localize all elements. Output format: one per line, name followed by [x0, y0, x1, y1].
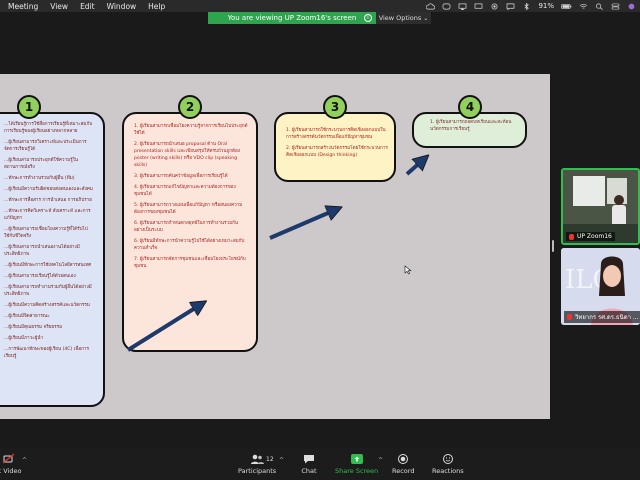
learning-card-2: 1. ผู้เรียนสามารถเชื่อมโยงความรู้จากการเ…	[122, 112, 258, 352]
step-badge-1: 1	[17, 95, 41, 119]
participant-name-tag: วิทยากร รศ.ดร.ธนิดา ...	[564, 311, 640, 323]
shared-screen-content: ...ได้เรียนรู้การใช้สื่อการเรียนรู้ที่เห…	[0, 74, 550, 419]
card4-line: 1. ผู้เรียนสามารถถอดบทเรียนและสะท้อนนวัต…	[430, 120, 512, 132]
view-options-label: View Options	[378, 14, 422, 22]
viewing-screen-banner: You are viewing UP Zoom16's screen i	[208, 12, 376, 24]
view-options-button[interactable]: View Options ⌄	[376, 12, 431, 24]
participants-label: Participants	[238, 467, 277, 475]
arrow-step-3-4	[405, 160, 423, 176]
card1-line: ...ผู้เรียนมีภาวะผู้นำ	[4, 336, 44, 342]
menu-edit[interactable]: Edit	[74, 2, 101, 11]
participants-count: 12	[266, 456, 274, 463]
card2-line: 3. ผู้เรียนสามารถค้นคว้าข้อมูลเพื่อการเร…	[134, 173, 228, 179]
siri-icon[interactable]	[627, 3, 636, 10]
participant-name: วิทยากร รศ.ดร.ธนิดา ...	[575, 314, 639, 321]
cloud-icon[interactable]	[426, 2, 436, 10]
participants-icon	[251, 454, 265, 464]
reactions-button[interactable]: Reactions	[432, 453, 464, 475]
card1-line: ...ผู้เรียนมีทักษะการใช้เทคโนโลยีสารสนเท…	[4, 263, 92, 269]
chevron-down-icon: ⌄	[423, 14, 429, 22]
card3-line: 2. ผู้เรียนสามารถสร้างนวัตกรรมโดยใช้กระบ…	[286, 145, 388, 158]
start-video-button[interactable]: rt Video	[0, 453, 22, 475]
card1-line: ...ทักษะการคิดวิเคราะห์ สังเคราะห์ และกา…	[4, 209, 91, 222]
participant-video-speaker[interactable]: ILC วิทยากร รศ.ดร.ธนิดา ...	[561, 248, 640, 325]
participants-chevron-icon[interactable]: ^	[279, 457, 284, 464]
menu-help[interactable]: Help	[142, 2, 171, 11]
learning-card-1: ...ได้เรียนรู้การใช้สื่อการเรียนรู้ที่เห…	[0, 112, 105, 407]
card2-line: 1. ผู้เรียนสามารถเชื่อมโยงความรู้จากการเ…	[134, 124, 248, 136]
arrow-step-2-3	[269, 210, 335, 240]
chat-label: Chat	[301, 467, 317, 475]
monitor-icon[interactable]	[474, 3, 483, 10]
card2-line: 7. ผู้เรียนสามารถจัดการชุมชนและเชื่อมโยง…	[134, 256, 246, 269]
card2-line: 6. ผู้เรียนมีทักษะการนำความรู้ไปใช้ได้อย…	[134, 238, 245, 251]
card1-line: ...ผู้เรียนสามารถวิเคราะห์และประเมินการจ…	[4, 139, 87, 152]
microphone-muted-icon	[569, 233, 574, 240]
card1-line: ...ผู้เรียนสามารถทำงานร่วมกับผู้อื่นได้อ…	[4, 285, 92, 298]
share-screen-button[interactable]: Share Screen	[335, 453, 378, 475]
video-options-chevron-icon[interactable]: ^	[22, 457, 27, 464]
card1-line: ...ผู้เรียนสามารถเรียนรู้ได้ด้วยตนเอง	[4, 274, 76, 280]
start-video-label: rt Video	[0, 467, 22, 475]
panel-resize-handle[interactable]	[552, 240, 554, 252]
menu-view[interactable]: View	[44, 2, 74, 11]
control-center-icon[interactable]	[611, 3, 620, 10]
viewing-screen-text: You are viewing UP Zoom16's screen	[227, 14, 357, 22]
record-icon	[398, 454, 409, 464]
zoom-window: Meeting View Edit Window Help 91% You ar…	[0, 0, 640, 480]
menu-meeting[interactable]: Meeting	[2, 2, 44, 11]
share-screen-icon	[350, 454, 363, 464]
meeting-control-bar: rt Video ^ Participants 12 ^ Chat	[0, 448, 640, 480]
card1-line: ...การพัฒนาทักษะของผู้เรียน (4C) เพื่อกา…	[4, 347, 89, 360]
card1-line: ...ผู้เรียนสามารถนำเสนองานได้อย่างมีประส…	[4, 245, 80, 257]
bluetooth-icon[interactable]	[522, 2, 531, 10]
record-status-icon[interactable]	[490, 3, 499, 10]
chat-status-icon[interactable]	[506, 3, 515, 10]
mac-menubar: Meeting View Edit Window Help 91%	[0, 0, 640, 12]
card3-line: 1. ผู้เรียนสามารถใช้กระบวนการคิดเชิงออกแ…	[286, 128, 386, 140]
battery-percentage: 91%	[538, 2, 554, 10]
participant-name-tag: UP Zoom16	[566, 232, 615, 241]
card2-line: 2. ผู้เรียนสามารถนำเสนอ proposal ด้าน Or…	[134, 141, 241, 168]
menubar-status-area: 91%	[426, 0, 636, 12]
card1-line: ...ได้เรียนรู้การใช้สื่อการเรียนรู้ที่เห…	[4, 122, 93, 134]
card2-line: 5. ผู้เรียนสามารถวางแผนเพื่อแก้ปัญหา หรื…	[134, 202, 243, 215]
card1-line: ...ทักษะการสื่อสาร การนำเสนอ การอภิปราย	[4, 198, 92, 204]
step-badge-3: 3	[323, 95, 347, 119]
card2-line: 6. ผู้เรียนสามารถกำหนดกลยุทธ์ในการทำงานร…	[134, 220, 239, 233]
info-icon[interactable]: i	[364, 14, 372, 22]
card1-line: ...ผู้เรียนมีความรับผิดชอบต่อตนเองและสัง…	[4, 186, 93, 192]
zoom-status-icon[interactable]	[442, 3, 451, 10]
mouse-cursor-icon	[404, 265, 412, 275]
participant-video-up-zoom16[interactable]: UP Zoom16	[561, 168, 640, 245]
wifi-icon[interactable]	[579, 3, 588, 10]
search-icon[interactable]	[595, 3, 604, 10]
card1-line: ...ผู้เรียนมีคุณธรรม จริยธรรม	[4, 325, 63, 331]
step-badge-2: 2	[178, 95, 202, 119]
airplay-icon[interactable]	[458, 3, 467, 10]
card1-line: ...ทักษะการทำงานร่วมกับผู้อื่น (ทีม)	[4, 175, 75, 181]
card2-line: 4. ผู้เรียนสามารถแก้ไขปัญหาและความต้องกา…	[134, 184, 236, 197]
microphone-muted-icon	[567, 314, 572, 320]
menu-window[interactable]: Window	[101, 2, 143, 11]
reactions-icon	[442, 454, 453, 464]
card1-line: ...ผู้เรียนสามารถเชื่อมโยงความรู้ที่ได้ร…	[4, 227, 88, 239]
card1-line: ...ผู้เรียนมีจิตสาธารณะ	[4, 314, 50, 320]
battery-icon[interactable]	[561, 3, 572, 10]
reactions-label: Reactions	[432, 467, 464, 475]
card1-line: ...ผู้เรียนมีความคิดสร้างสรรค์และนวัตกรร…	[4, 303, 90, 309]
chat-button[interactable]: Chat	[301, 453, 317, 475]
card1-line: ...ผู้เรียนสามารถประยุกต์ใช้ความรู้ในสถา…	[4, 157, 78, 170]
chat-icon	[304, 455, 314, 464]
learning-card-3: 1. ผู้เรียนสามารถใช้กระบวนการคิดเชิงออกแ…	[274, 112, 396, 182]
participant-name: UP Zoom16	[577, 233, 612, 240]
record-button[interactable]: Record	[392, 453, 414, 475]
record-label: Record	[392, 467, 415, 475]
share-chevron-icon[interactable]: ^	[378, 457, 383, 464]
share-screen-label: Share Screen	[335, 467, 379, 475]
video-off-icon	[2, 453, 15, 464]
step-badge-4: 4	[458, 95, 482, 119]
